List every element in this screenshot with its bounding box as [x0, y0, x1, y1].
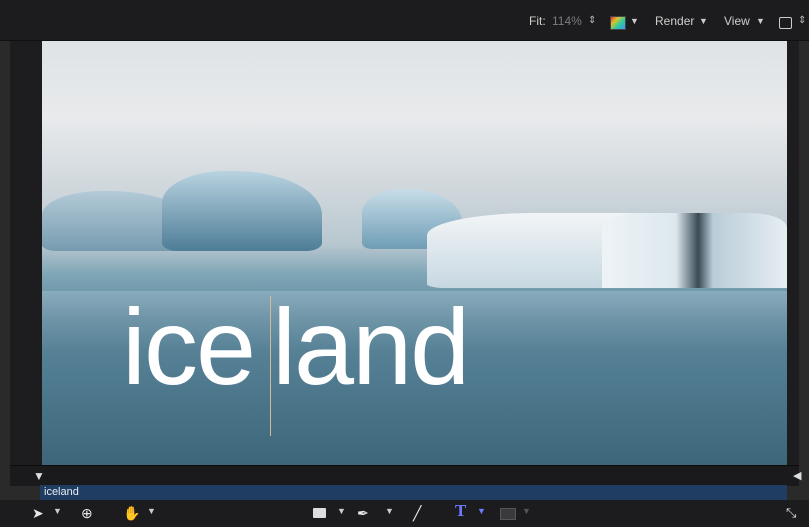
- expand-icon[interactable]: ⤡: [786, 504, 796, 522]
- view-menu[interactable]: View: [724, 12, 750, 30]
- chevron-down-icon[interactable]: ▼: [53, 506, 62, 516]
- color-swatch-icon[interactable]: [610, 16, 626, 30]
- text-cursor: [270, 296, 271, 436]
- chevron-down-icon[interactable]: ▼: [756, 12, 765, 30]
- updown-icon[interactable]: ⇕: [798, 12, 806, 30]
- chevron-down-icon[interactable]: ▼: [385, 506, 394, 516]
- chevron-down-icon[interactable]: ▼: [147, 506, 156, 516]
- paint-brush-icon[interactable]: ╱: [413, 504, 421, 522]
- updown-icon[interactable]: ⇕: [588, 12, 596, 30]
- fit-zoom-value[interactable]: 114%: [552, 12, 582, 30]
- transform-orbit-icon[interactable]: ⊕: [81, 504, 93, 522]
- hand-pan-icon[interactable]: ✋: [123, 504, 140, 522]
- viewer-header: Fit: 114% ⇕ ▼ Render ▼ View ▼ ⇕: [0, 0, 809, 41]
- chevron-down-icon[interactable]: ▼: [699, 12, 708, 30]
- rectangle-shape-icon[interactable]: [313, 508, 326, 518]
- chevron-down-icon[interactable]: ▼: [477, 506, 486, 516]
- viewer-right-gutter: [787, 41, 799, 465]
- title-part-ice: ice: [122, 286, 256, 407]
- fit-label: Fit:: [529, 14, 546, 28]
- canvas-toolbar: ➤ ▼ ⊕ ✋ ▼ ▼ ✒ ▼ ╱ T ▼ ▼ ⤡: [0, 500, 809, 527]
- layout-icon[interactable]: [779, 17, 792, 29]
- iceberg-shape: [602, 213, 787, 288]
- track-label: iceland: [44, 486, 79, 498]
- title-part-land: land: [272, 286, 470, 407]
- chevron-down-icon[interactable]: ▼: [630, 12, 639, 30]
- bezier-pen-icon[interactable]: ✒: [357, 504, 369, 522]
- chevron-down-icon[interactable]: ▼: [337, 506, 346, 516]
- title-text[interactable]: ice land: [122, 293, 470, 401]
- select-arrow-icon[interactable]: ➤: [32, 504, 44, 522]
- render-menu[interactable]: Render: [655, 12, 694, 30]
- iceberg-shape: [162, 171, 322, 251]
- chevron-down-icon[interactable]: ▼: [522, 506, 531, 516]
- timeline-track[interactable]: iceland: [40, 485, 787, 500]
- mask-icon[interactable]: [500, 508, 516, 520]
- viewer-left-gutter: [10, 41, 42, 465]
- play-range-end-icon[interactable]: ◀: [793, 469, 801, 482]
- mini-timeline[interactable]: ▼ ◀: [10, 465, 801, 486]
- canvas-viewer[interactable]: ice land: [42, 41, 787, 465]
- text-tool-icon[interactable]: T: [455, 502, 466, 520]
- play-range-start-icon[interactable]: ▼: [33, 469, 45, 483]
